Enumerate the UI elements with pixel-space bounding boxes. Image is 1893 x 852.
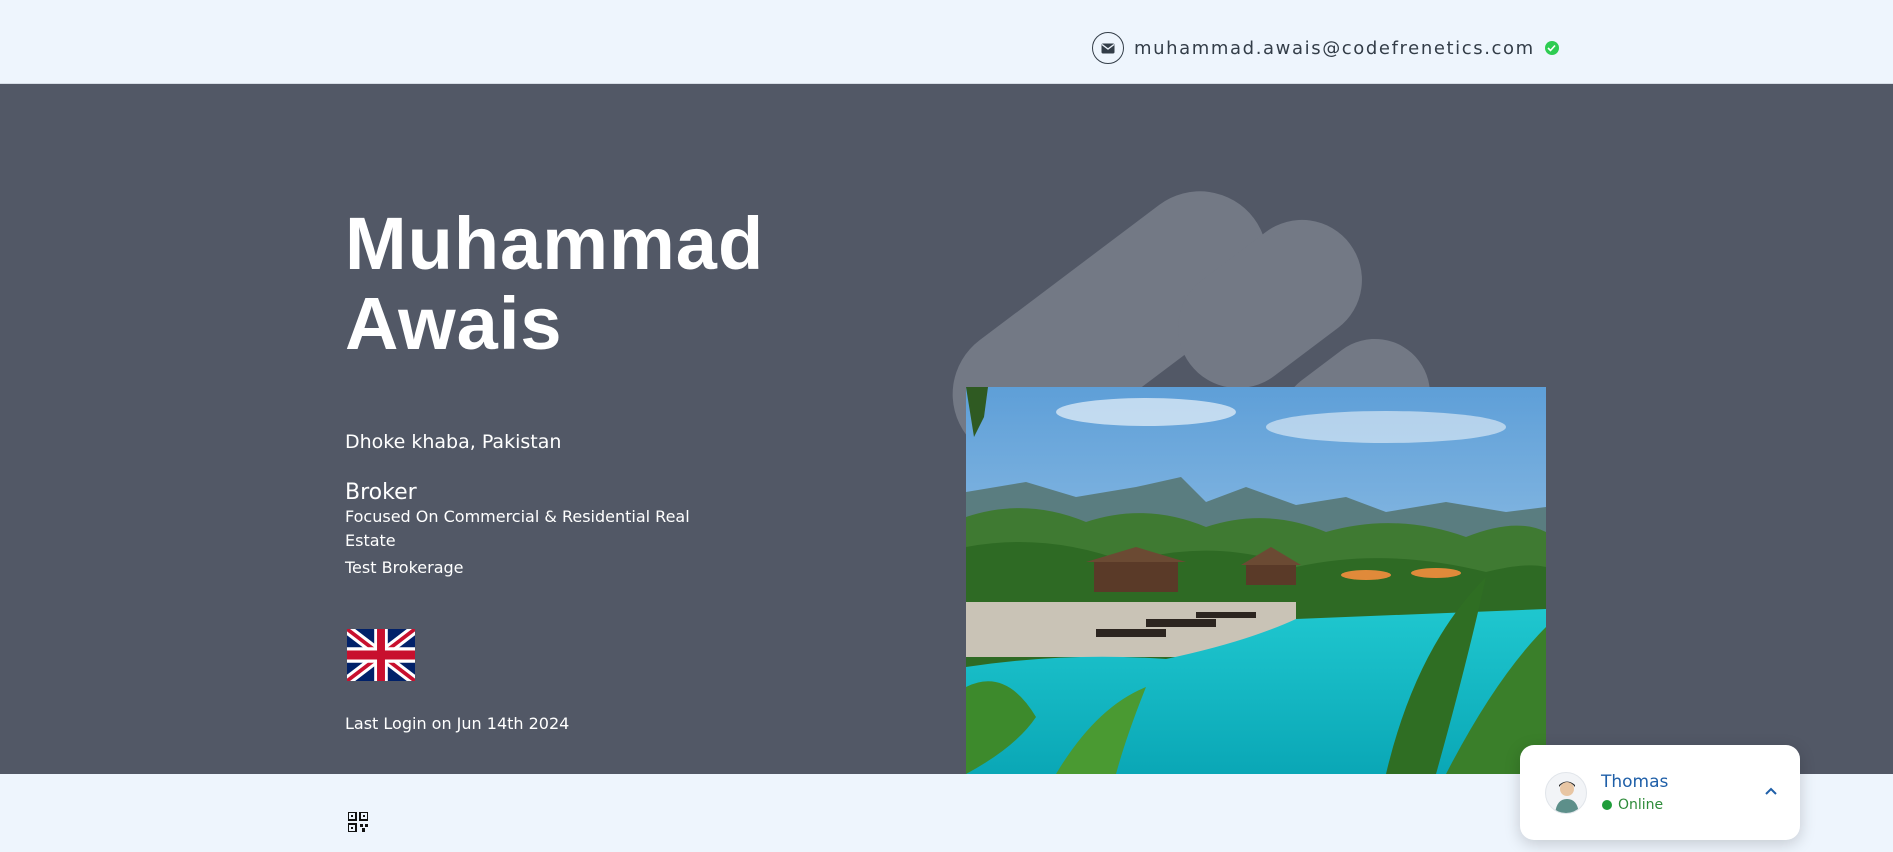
email-address[interactable]: muhammad.awais@codefrenetics.com bbox=[1134, 38, 1535, 59]
chevron-up-icon[interactable] bbox=[1763, 785, 1779, 797]
qr-code-icon[interactable] bbox=[348, 812, 368, 832]
avatar bbox=[1545, 772, 1587, 814]
email-contact[interactable]: muhammad.awais@codefrenetics.com bbox=[1092, 31, 1559, 65]
location: Dhoke khaba, Pakistan bbox=[345, 431, 562, 453]
role-title: Broker bbox=[345, 480, 417, 505]
verified-check-icon bbox=[1544, 41, 1559, 55]
last-name: Awais bbox=[345, 282, 563, 365]
last-login: Last Login on Jun 14th 2024 bbox=[345, 714, 570, 733]
chat-status-label: Online bbox=[1618, 797, 1664, 813]
first-name: Muhammad bbox=[345, 202, 765, 285]
online-dot-icon bbox=[1602, 800, 1612, 810]
chat-widget[interactable]: Thomas Online bbox=[1520, 745, 1800, 840]
focus-description: Focused On Commercial & Residential Real… bbox=[345, 507, 690, 550]
profile-name: Muhammad Awais bbox=[345, 204, 764, 364]
top-bar: muhammad.awais@codefrenetics.com bbox=[0, 0, 1893, 84]
chat-contact-name: Thomas bbox=[1601, 772, 1669, 792]
profile-hero: Muhammad Awais Dhoke khaba, Pakistan Bro… bbox=[0, 84, 1893, 774]
envelope-icon bbox=[1092, 32, 1124, 64]
chat-status: Online bbox=[1602, 797, 1663, 813]
resort-pool-photo bbox=[966, 387, 1546, 774]
uk-flag-icon bbox=[347, 629, 415, 681]
brokerage-name: Test Brokerage bbox=[345, 558, 464, 577]
